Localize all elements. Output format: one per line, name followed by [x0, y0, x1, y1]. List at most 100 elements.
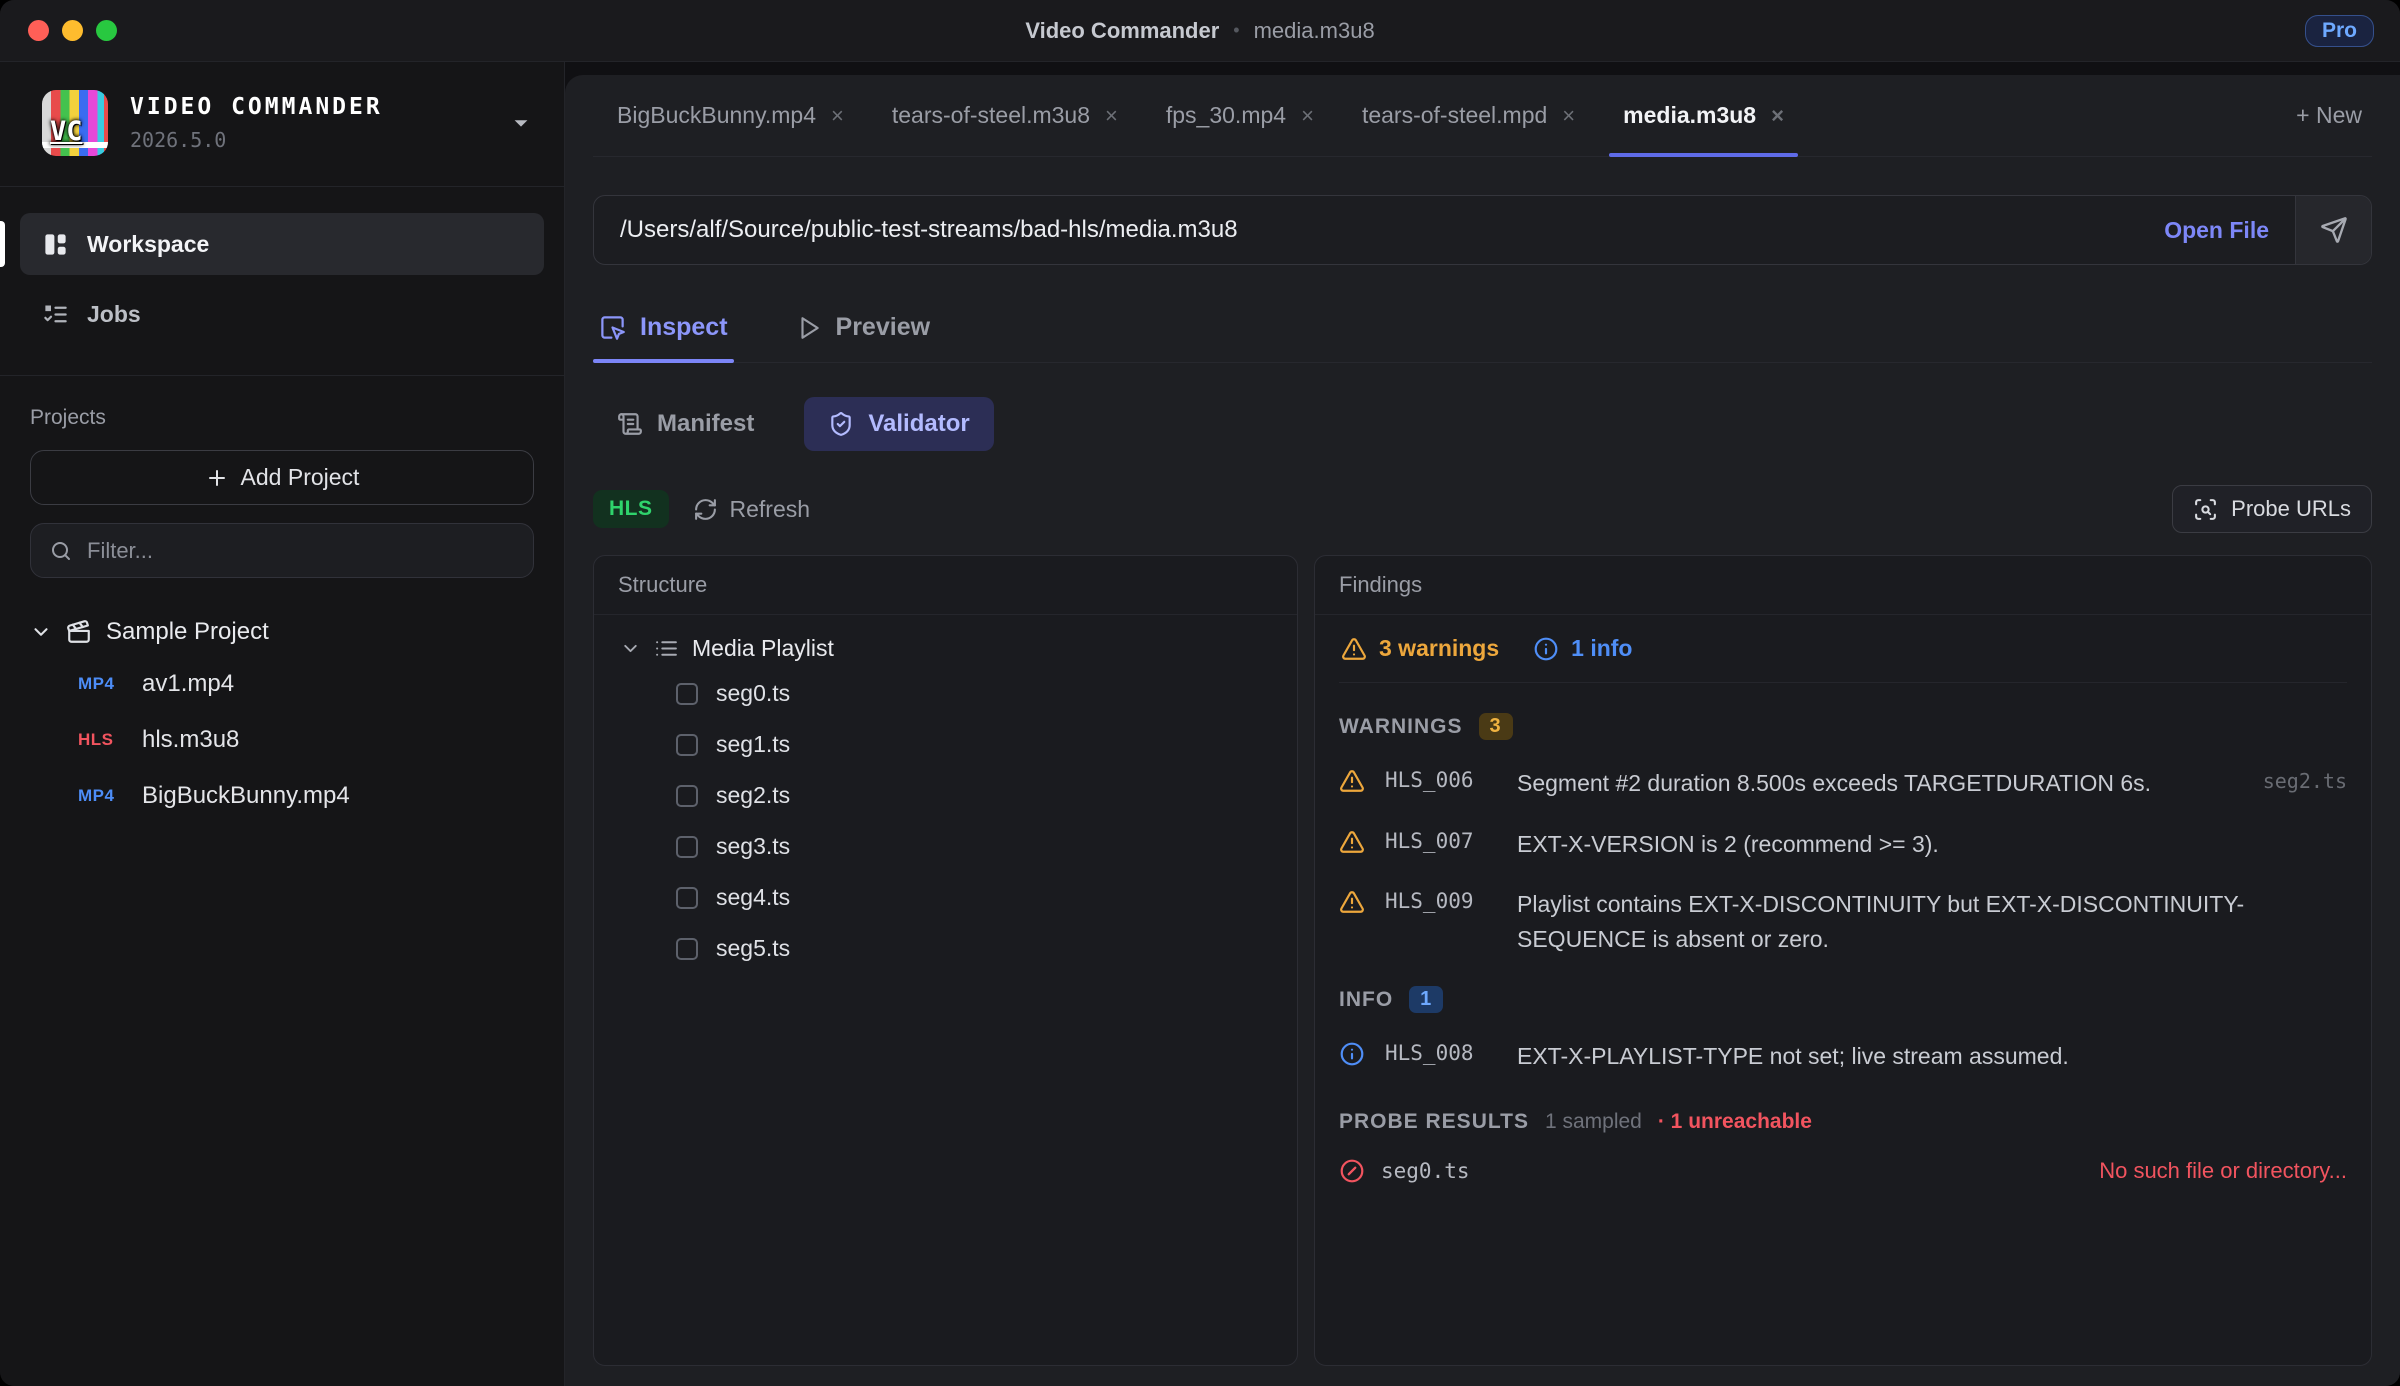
warnings-count-badge: 3 — [1479, 713, 1513, 740]
finding-context: seg2.ts — [2263, 766, 2347, 793]
project-tree: Sample Project MP4 av1.mp4 HLS hls.m3u8 — [0, 578, 564, 824]
segment-checkbox[interactable] — [676, 836, 698, 858]
add-project-button[interactable]: Add Project — [30, 450, 534, 505]
refresh-button[interactable]: Refresh — [693, 496, 811, 523]
segment-name: seg2.ts — [716, 782, 790, 809]
segment-name: seg1.ts — [716, 731, 790, 758]
segment-checkbox[interactable] — [676, 734, 698, 756]
warning-triangle-icon — [1341, 636, 1367, 662]
projects-heading: Projects — [30, 406, 534, 430]
segment-checkbox[interactable] — [676, 785, 698, 807]
segment-row[interactable]: seg2.ts — [620, 770, 1271, 821]
tab-label: media.m3u8 — [1623, 102, 1756, 129]
probe-result-row: seg0.ts No such file or directory... — [1339, 1158, 2347, 1184]
filter-input[interactable] — [87, 538, 515, 564]
mode-tabs: Manifest Validator — [593, 397, 2372, 451]
findings-summary: 3 warnings 1 info — [1339, 615, 2347, 683]
window-subtitle: media.m3u8 — [1254, 18, 1375, 44]
tab-inspect[interactable]: Inspect — [593, 307, 734, 362]
close-tab-icon[interactable]: × — [831, 103, 844, 129]
chevron-down-icon[interactable] — [510, 112, 532, 134]
probe-results-label: PROBE RESULTS — [1339, 1110, 1529, 1134]
close-tab-icon[interactable]: × — [1771, 103, 1784, 129]
titlebar: Video Commander • media.m3u8 Pro — [0, 0, 2400, 62]
tab-manifest[interactable]: Manifest — [593, 397, 778, 451]
finding-message: EXT-X-VERSION is 2 (recommend >= 3). — [1517, 827, 2331, 862]
close-window-button[interactable] — [28, 20, 49, 41]
close-tab-icon[interactable]: × — [1562, 103, 1575, 129]
logo-text: VC — [50, 116, 83, 147]
document-tab[interactable]: media.m3u8 × — [1599, 75, 1808, 156]
segment-row[interactable]: seg0.ts — [620, 668, 1271, 719]
close-tab-icon[interactable]: × — [1105, 103, 1118, 129]
finding-message: Playlist contains EXT-X-DISCONTINUITY bu… — [1517, 887, 2331, 956]
projects-section: Projects Add Project — [0, 376, 564, 578]
project-file-item[interactable]: MP4 av1.mp4 — [30, 656, 534, 712]
zoom-window-button[interactable] — [96, 20, 117, 41]
chevron-down-icon[interactable] — [620, 638, 641, 659]
url-bar: Open File — [593, 195, 2372, 265]
scroll-text-icon — [617, 411, 643, 437]
playlist-root-label: Media Playlist — [692, 635, 834, 662]
view-tab-label: Inspect — [640, 313, 728, 342]
list-checks-icon — [42, 301, 69, 328]
project-file-item[interactable]: HLS hls.m3u8 — [30, 712, 534, 768]
document-tab[interactable]: BigBuckBunny.mp4 × — [593, 75, 868, 156]
segment-checkbox[interactable] — [676, 938, 698, 960]
document-tabstrip: BigBuckBunny.mp4 × tears-of-steel.m3u8 ×… — [593, 75, 2372, 157]
document-tab[interactable]: fps_30.mp4 × — [1142, 75, 1338, 156]
info-section-heading: INFO 1 — [1339, 986, 2347, 1013]
finding-code: HLS_009 — [1385, 887, 1501, 913]
document-tab[interactable]: tears-of-steel.m3u8 × — [868, 75, 1142, 156]
tab-label: tears-of-steel.m3u8 — [892, 102, 1090, 129]
path-input[interactable] — [594, 196, 2138, 264]
sidebar-item-workspace[interactable]: Workspace — [20, 213, 544, 275]
chevron-down-icon[interactable] — [30, 621, 52, 643]
segment-checkbox[interactable] — [676, 683, 698, 705]
segment-row[interactable]: seg4.ts — [620, 872, 1271, 923]
document-tab[interactable]: tears-of-steel.mpd × — [1338, 75, 1599, 156]
x-circle-icon — [1339, 1158, 1365, 1184]
segment-checkbox[interactable] — [676, 887, 698, 909]
tab-validator[interactable]: Validator — [804, 397, 993, 451]
finding-code: HLS_006 — [1385, 766, 1501, 792]
sidebar-nav: Workspace Jobs — [0, 187, 564, 376]
probe-urls-button[interactable]: Probe URLs — [2172, 485, 2372, 533]
playlist-root-node[interactable]: Media Playlist — [620, 635, 1271, 662]
inspect-icon — [599, 314, 626, 341]
tab-preview[interactable]: Preview — [790, 307, 937, 362]
file-name: BigBuckBunny.mp4 — [142, 782, 350, 810]
project-tree-root[interactable]: Sample Project — [30, 618, 534, 646]
warning-triangle-icon — [1339, 768, 1365, 794]
minimize-window-button[interactable] — [62, 20, 83, 41]
close-tab-icon[interactable]: × — [1301, 103, 1314, 129]
sidebar-item-jobs[interactable]: Jobs — [20, 283, 544, 345]
segment-row[interactable]: seg3.ts — [620, 821, 1271, 872]
warnings-summary-label: 3 warnings — [1379, 635, 1499, 662]
new-tab-button[interactable]: + New — [2286, 75, 2372, 156]
traffic-lights — [28, 0, 117, 61]
shield-check-icon — [828, 411, 854, 437]
warning-item: HLS_006 Segment #2 duration 8.500s excee… — [1339, 766, 2347, 801]
probe-file-name: seg0.ts — [1381, 1159, 1470, 1183]
main-surface: BigBuckBunny.mp4 × tears-of-steel.m3u8 ×… — [565, 75, 2400, 1386]
segment-name: seg4.ts — [716, 884, 790, 911]
open-file-button[interactable]: Open File — [2138, 196, 2295, 264]
segment-row[interactable]: seg1.ts — [620, 719, 1271, 770]
segment-row[interactable]: seg5.ts — [620, 923, 1271, 974]
info-item: HLS_008 EXT-X-PLAYLIST-TYPE not set; liv… — [1339, 1039, 2347, 1074]
tab-label: fps_30.mp4 — [1166, 102, 1286, 129]
mode-tab-label: Validator — [868, 410, 969, 438]
app-name: VIDEO COMMANDER — [130, 94, 482, 120]
findings-panel-title: Findings — [1315, 556, 2371, 615]
probe-sampled-count: 1 sampled — [1545, 1110, 1642, 1134]
submit-path-button[interactable] — [2295, 196, 2371, 264]
add-project-label: Add Project — [241, 464, 360, 491]
findings-panel: Findings 3 warnings 1 info — [1314, 555, 2372, 1366]
sidebar: VC VIDEO COMMANDER 2026.5.0 Workspace Jo… — [0, 62, 565, 1386]
project-file-item[interactable]: MP4 BigBuckBunny.mp4 — [30, 768, 534, 824]
probe-result-list: seg0.ts No such file or directory... — [1339, 1134, 2347, 1184]
app-window: Video Commander • media.m3u8 Pro VC VIDE… — [0, 0, 2400, 1386]
finding-message: EXT-X-PLAYLIST-TYPE not set; live stream… — [1517, 1039, 2331, 1074]
warnings-section-heading: WARNINGS 3 — [1339, 713, 2347, 740]
